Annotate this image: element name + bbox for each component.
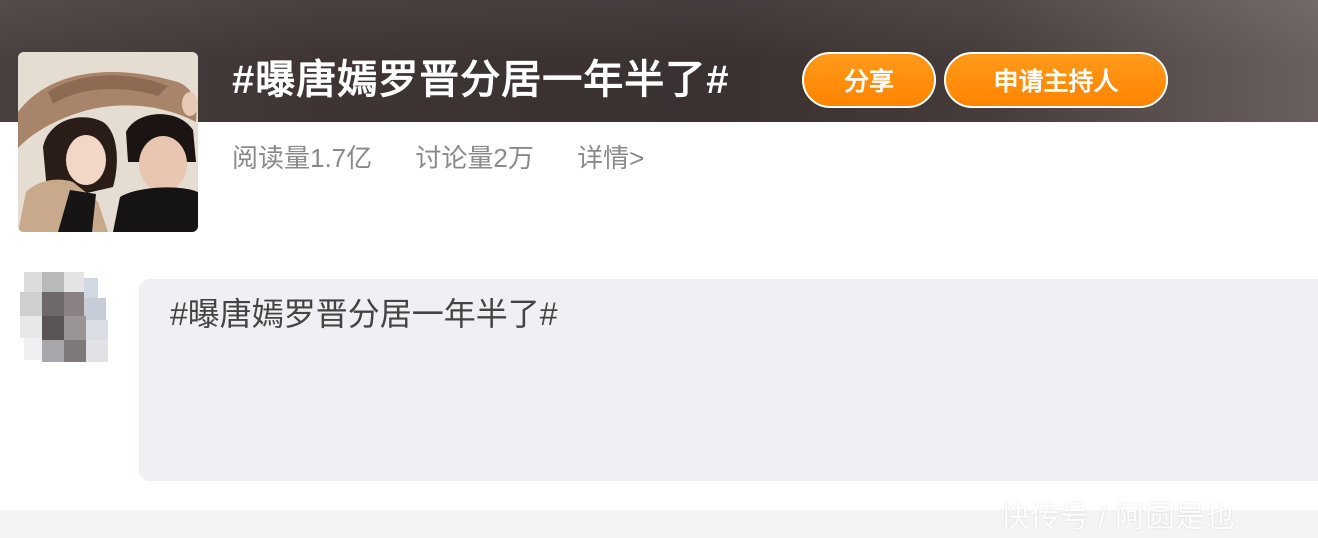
topic-title: #曝唐嫣罗晋分居一年半了# [232, 58, 730, 102]
topic-page: #曝唐嫣罗晋分居一年半了# 分享 申请主持人 阅读量1.7亿 讨论量2万 详情> [0, 0, 1318, 538]
topic-cover-image[interactable] [18, 52, 198, 232]
post-text: #曝唐嫣罗晋分居一年半了# [170, 296, 558, 332]
user-avatar[interactable] [20, 272, 112, 362]
topic-stats: 阅读量1.7亿 讨论量2万 详情> [232, 140, 680, 176]
share-button[interactable]: 分享 [802, 52, 936, 108]
read-count: 阅读量1.7亿 [232, 143, 373, 173]
apply-host-button[interactable]: 申请主持人 [944, 52, 1168, 108]
details-link[interactable]: 详情> [577, 143, 644, 173]
discussion-count: 讨论量2万 [415, 143, 534, 173]
watermark: 快传号 / 阿圆是也 [1000, 501, 1236, 534]
